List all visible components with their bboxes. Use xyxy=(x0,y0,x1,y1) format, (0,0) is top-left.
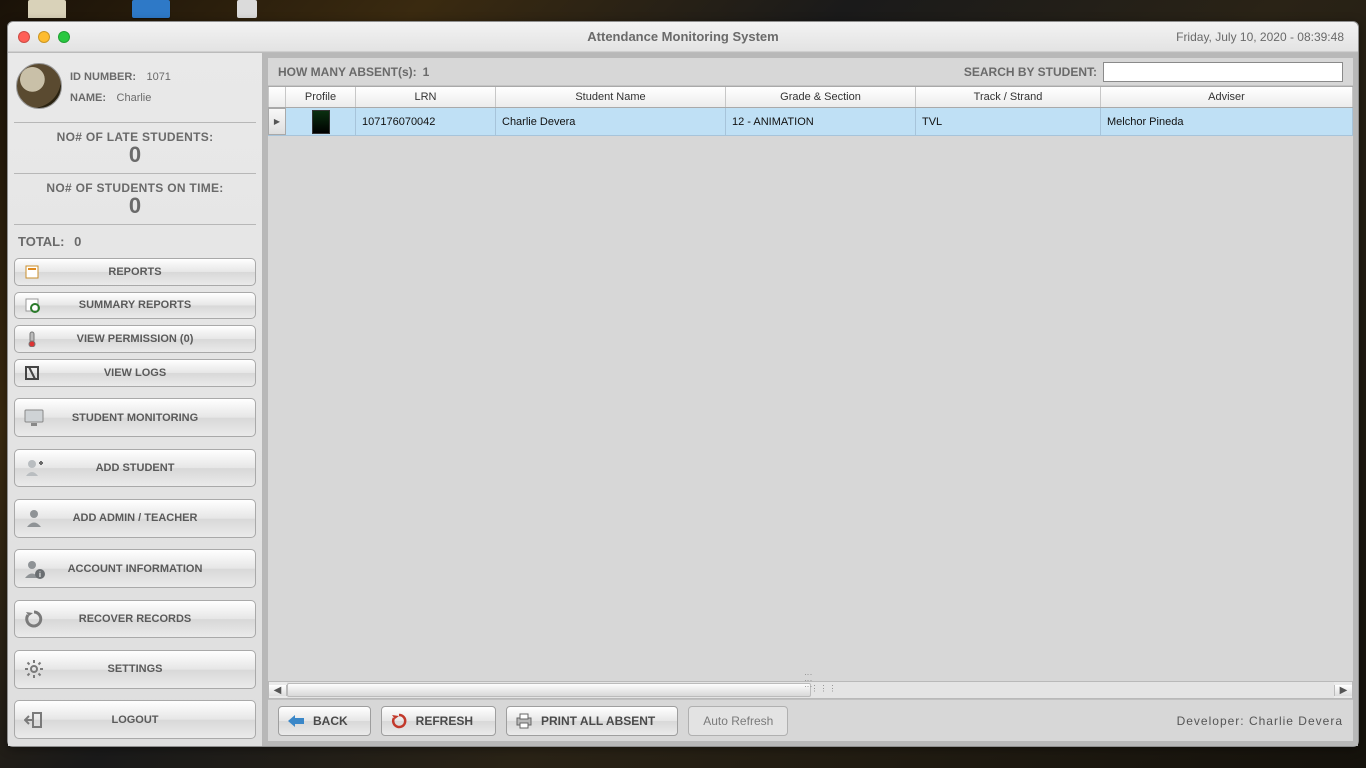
desktop-dock xyxy=(0,0,1366,20)
scroll-track[interactable]: ⋮⋮⋮ xyxy=(287,682,1334,698)
profile-block: ID NUMBER: 1071 NAME: Charlie xyxy=(14,59,256,119)
view-permission-button[interactable]: VIEW PERMISSION (0) xyxy=(14,325,256,353)
titlebar: Attendance Monitoring System Friday, Jul… xyxy=(8,22,1358,52)
logs-icon xyxy=(23,364,41,382)
add-admin-button[interactable]: ADD ADMIN / TEACHER xyxy=(14,499,256,538)
row-indicator-icon[interactable] xyxy=(268,108,286,135)
main-panel: HOW MANY ABSENT(s): 1 SEARCH BY STUDENT:… xyxy=(263,53,1358,746)
cell-adviser: Melchor Pineda xyxy=(1101,108,1353,135)
name-label: NAME: xyxy=(70,92,106,104)
cell-lrn: 107176070042 xyxy=(356,108,496,135)
ontime-stat: NO# OF STUDENTS ON TIME: 0 xyxy=(14,177,256,221)
cell-name: Charlie Devera xyxy=(496,108,726,135)
add-student-button[interactable]: ADD STUDENT xyxy=(14,449,256,488)
dock-app-icon[interactable] xyxy=(132,0,170,18)
table-row[interactable]: 107176070042 Charlie Devera 12 - ANIMATI… xyxy=(268,108,1353,136)
col-track[interactable]: Track / Strand xyxy=(916,87,1101,107)
refresh-button[interactable]: REFRESH xyxy=(381,706,496,736)
scroll-left-icon[interactable]: ◀ xyxy=(269,685,287,696)
ontime-value: 0 xyxy=(14,195,256,217)
late-value: 0 xyxy=(14,144,256,166)
cell-track: TVL xyxy=(916,108,1101,135)
col-profile[interactable]: Profile xyxy=(286,87,356,107)
monitoring-icon xyxy=(23,407,45,429)
student-monitoring-button[interactable]: STUDENT MONITORING xyxy=(14,398,256,437)
close-window-button[interactable] xyxy=(18,31,30,43)
svg-text:i: i xyxy=(39,572,41,579)
back-button[interactable]: BACK xyxy=(278,706,371,736)
scroll-right-icon[interactable]: ▶ xyxy=(1334,685,1352,696)
total-label: TOTAL: xyxy=(18,234,64,249)
print-all-absent-button[interactable]: PRINT ALL ABSENT xyxy=(506,706,678,736)
maximize-window-button[interactable] xyxy=(58,31,70,43)
printer-icon xyxy=(515,712,533,730)
absent-count-label: HOW MANY ABSENT(s): xyxy=(278,65,417,79)
refresh-icon xyxy=(390,712,408,730)
profile-thumbnail xyxy=(312,110,330,134)
minimize-window-button[interactable] xyxy=(38,31,50,43)
total-stat: TOTAL: 0 xyxy=(14,228,256,255)
col-grade[interactable]: Grade & Section xyxy=(726,87,916,107)
search-label: SEARCH BY STUDENT: xyxy=(964,65,1097,79)
account-info-button[interactable]: i ACCOUNT INFORMATION xyxy=(14,549,256,588)
grid-header: Profile LRN Student Name Grade & Section… xyxy=(268,86,1353,108)
add-admin-icon xyxy=(23,507,45,529)
developer-credit: Developer: Charlie Devera xyxy=(1177,714,1343,728)
window-title: Attendance Monitoring System xyxy=(8,29,1358,44)
sidebar: ID NUMBER: 1071 NAME: Charlie NO# OF LAT… xyxy=(8,53,263,746)
summary-icon xyxy=(23,296,41,314)
col-adviser[interactable]: Adviser xyxy=(1101,87,1353,107)
summary-reports-button[interactable]: SUMMARY REPORTS xyxy=(14,292,256,320)
dock-folder-icon[interactable] xyxy=(28,0,66,18)
window-controls xyxy=(18,31,70,43)
cell-grade: 12 - ANIMATION xyxy=(726,108,916,135)
footer-toolbar: BACK REFRESH PRINT ALL ABSENT Auto Refre… xyxy=(268,699,1353,741)
search-input[interactable] xyxy=(1103,62,1343,82)
dock-document-icon[interactable] xyxy=(237,0,257,18)
app-window: Attendance Monitoring System Friday, Jul… xyxy=(7,21,1359,747)
permission-icon xyxy=(23,330,41,348)
settings-button[interactable]: SETTINGS xyxy=(14,650,256,689)
col-rowselector[interactable] xyxy=(268,87,286,107)
id-value: 1071 xyxy=(146,71,170,83)
view-logs-button[interactable]: VIEW LOGS xyxy=(14,359,256,387)
logout-icon xyxy=(23,709,45,731)
scroll-thumb[interactable] xyxy=(287,683,811,697)
id-label: ID NUMBER: xyxy=(70,71,136,83)
grid-empty-area xyxy=(268,136,1353,681)
col-lrn[interactable]: LRN xyxy=(356,87,496,107)
absent-count-value: 1 xyxy=(423,65,430,79)
col-name[interactable]: Student Name xyxy=(496,87,726,107)
account-icon: i xyxy=(23,558,45,580)
students-grid: Profile LRN Student Name Grade & Section… xyxy=(268,86,1353,699)
recover-records-button[interactable]: RECOVER RECORDS xyxy=(14,600,256,639)
name-value: Charlie xyxy=(117,92,152,104)
recover-icon xyxy=(23,608,45,630)
late-stat: NO# OF LATE STUDENTS: 0 xyxy=(14,126,256,170)
top-toolbar: HOW MANY ABSENT(s): 1 SEARCH BY STUDENT: xyxy=(268,58,1353,86)
reports-icon xyxy=(23,263,41,281)
window-datetime: Friday, July 10, 2020 - 08:39:48 xyxy=(1176,30,1344,44)
back-arrow-icon xyxy=(287,712,305,730)
gear-icon xyxy=(23,658,45,680)
add-student-icon xyxy=(23,457,45,479)
avatar xyxy=(16,63,62,109)
total-value: 0 xyxy=(74,234,81,249)
reports-button[interactable]: REPORTS xyxy=(14,258,256,286)
auto-refresh-button[interactable]: Auto Refresh xyxy=(688,706,788,736)
horizontal-scrollbar[interactable]: ◀ ⋮⋮⋮ ▶ xyxy=(268,681,1353,699)
logout-button[interactable]: LOGOUT xyxy=(14,700,256,739)
